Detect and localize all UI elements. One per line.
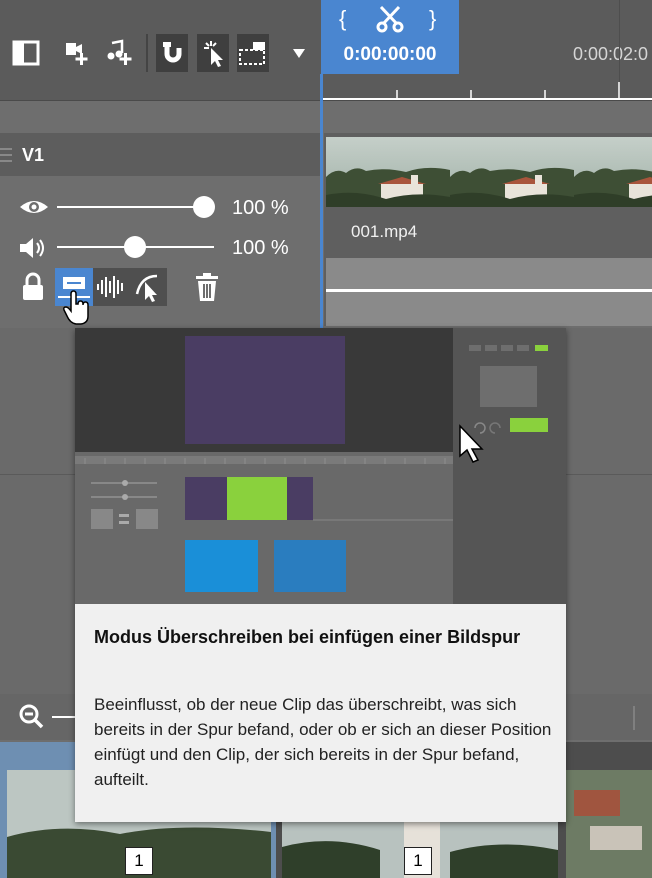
clip-volume-line[interactable] bbox=[326, 289, 652, 292]
add-audio-track-button[interactable] bbox=[104, 34, 136, 72]
dropdown-arrow-icon bbox=[293, 49, 305, 58]
playhead-marker[interactable]: { } 0:00:00:00 bbox=[321, 0, 459, 74]
tooltip: Modus Überschreiben bei einfügen einer B… bbox=[75, 328, 566, 822]
magnet-icon bbox=[163, 42, 182, 63]
speaker-icon[interactable] bbox=[18, 235, 48, 261]
toolbar-more-dropdown[interactable] bbox=[283, 34, 315, 72]
panel-toggle-icon bbox=[12, 40, 40, 66]
tooltip-preview-illustration bbox=[75, 328, 566, 604]
add-video-track-button[interactable] bbox=[62, 34, 94, 72]
time-ruler[interactable] bbox=[323, 74, 652, 100]
add-audio-track-icon bbox=[107, 39, 132, 65]
svg-text:}: } bbox=[429, 6, 436, 31]
lock-icon[interactable] bbox=[20, 271, 46, 303]
clip-usage-badge: 1 bbox=[404, 847, 432, 875]
volume-percent: 100 % bbox=[232, 237, 289, 259]
drag-handle-icon[interactable] bbox=[0, 145, 14, 165]
zoom-out-icon[interactable] bbox=[18, 703, 78, 731]
clip-thumbnails[interactable] bbox=[326, 137, 652, 207]
svg-text:{: { bbox=[339, 6, 346, 31]
range-select-button[interactable] bbox=[237, 34, 269, 72]
visibility-slider[interactable] bbox=[57, 196, 217, 218]
eye-icon[interactable] bbox=[18, 195, 50, 219]
zoom-bar-divider bbox=[633, 706, 635, 730]
track-name: V1 bbox=[22, 145, 45, 165]
scissors-icon[interactable]: { } bbox=[337, 4, 443, 34]
clip-usage-badge: 1 bbox=[125, 847, 153, 875]
add-video-track-icon bbox=[66, 43, 88, 65]
volume-slider[interactable] bbox=[57, 236, 217, 258]
automation-icon bbox=[135, 274, 158, 302]
clip-filename: 001.mp4 bbox=[351, 222, 418, 241]
hand-cursor-icon bbox=[63, 290, 89, 325]
toolbar-divider bbox=[146, 34, 148, 72]
automation-button[interactable] bbox=[129, 268, 167, 306]
select-tool-button[interactable] bbox=[197, 34, 229, 72]
ruler-time-label: 0:00:02:0 bbox=[573, 44, 649, 64]
tooltip-title: Modus Überschreiben bei einfügen einer B… bbox=[94, 627, 521, 647]
select-icon bbox=[204, 41, 223, 67]
playhead-timecode: 0:00:00:00 bbox=[343, 44, 437, 65]
track-header-bar[interactable] bbox=[0, 133, 320, 176]
audio-waveform-button[interactable] bbox=[93, 268, 129, 306]
clip-audio-lane[interactable] bbox=[326, 258, 652, 326]
trash-icon[interactable] bbox=[193, 271, 221, 303]
panel-toggle-button[interactable] bbox=[10, 34, 42, 72]
visibility-percent: 100 % bbox=[232, 197, 289, 219]
magnet-snap-button[interactable] bbox=[156, 34, 188, 72]
tooltip-body: Beeinflusst, ob der neue Clip das übersc… bbox=[94, 695, 552, 789]
audio-wave-icon bbox=[97, 276, 123, 298]
playhead-line[interactable] bbox=[320, 74, 323, 328]
range-select-icon bbox=[239, 42, 265, 65]
